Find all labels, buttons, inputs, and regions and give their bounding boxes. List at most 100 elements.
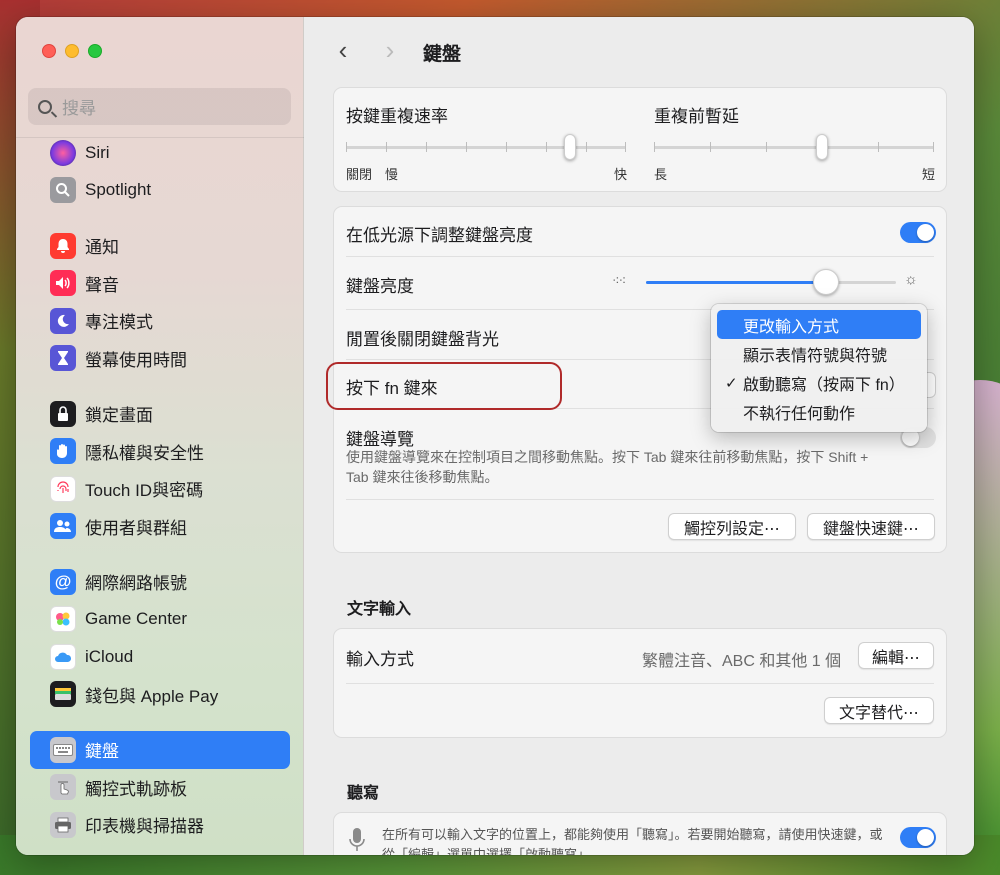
at-icon: @ bbox=[50, 568, 76, 595]
sidebar-item-label: 通知 bbox=[85, 238, 119, 258]
keyboard-icon bbox=[50, 736, 76, 763]
keyboard-brightness-slider[interactable] bbox=[646, 269, 896, 297]
idle-backlight-label: 閒置後關閉鍵盤背光 bbox=[346, 330, 499, 349]
key-repeat-rate-slider[interactable] bbox=[346, 134, 626, 164]
auto-brightness-toggle[interactable] bbox=[900, 222, 936, 243]
content-pane: ‹ › 鍵盤 按鍵重複速率 重複前暫延 關閉 慢 快 長 短 在低光源下調整鍵盤… bbox=[305, 17, 974, 855]
sidebar-item-label: 專注模式 bbox=[85, 313, 153, 333]
sidebar-item-label: 鎖定畫面 bbox=[85, 406, 153, 426]
sidebar-item-label: 鍵盤 bbox=[85, 742, 119, 762]
sidebar-item-label: 印表機與掃描器 bbox=[85, 817, 204, 837]
sidebar-item-label: Siri bbox=[85, 142, 110, 162]
search-field[interactable]: 搜尋 bbox=[28, 88, 291, 125]
rate-fast-label: 快 bbox=[614, 167, 628, 182]
back-button[interactable]: ‹ bbox=[333, 35, 353, 66]
key-repeat-rate-knob[interactable] bbox=[564, 134, 576, 160]
sidebar-item-focus[interactable]: 專注模式 bbox=[30, 302, 290, 340]
spotlight-icon bbox=[50, 177, 76, 204]
sidebar-item-printers[interactable]: 印表機與掃描器 bbox=[30, 806, 290, 844]
sidebar-item-label: Spotlight bbox=[85, 180, 152, 200]
brightness-low-icon: ⁖⁖ bbox=[612, 273, 626, 288]
siri-icon bbox=[50, 139, 76, 166]
menu-item-do-nothing[interactable]: 不執行任何動作 bbox=[717, 397, 921, 426]
sidebar-item-users[interactable]: 使用者與群組 bbox=[30, 508, 290, 546]
delay-until-repeat-label: 重複前暫延 bbox=[654, 107, 739, 126]
zoom-button[interactable] bbox=[88, 44, 102, 58]
delay-until-repeat-slider[interactable] bbox=[654, 134, 934, 164]
close-button[interactable] bbox=[42, 44, 56, 58]
fingerprint-icon bbox=[50, 475, 76, 502]
sidebar-item-screen-time[interactable]: 螢幕使用時間 bbox=[30, 340, 290, 378]
brightness-high-icon: ☼ bbox=[904, 271, 918, 288]
hand-icon bbox=[50, 438, 76, 465]
minimize-button[interactable] bbox=[65, 44, 79, 58]
sidebar-item-trackpad[interactable]: 觸控式軌跡板 bbox=[30, 769, 290, 807]
search-icon bbox=[38, 99, 52, 114]
cloud-icon bbox=[50, 643, 76, 670]
game-center-icon bbox=[50, 606, 76, 633]
sidebar-item-label: 錢包與 Apple Pay bbox=[85, 686, 219, 706]
touch-bar-settings-button[interactable]: 觸控列設定⋯ bbox=[668, 513, 796, 540]
rate-slow-label: 慢 bbox=[385, 167, 399, 182]
sidebar-item-label: Touch ID與密碼 bbox=[85, 481, 204, 501]
sidebar-item-privacy[interactable]: 隱私權與安全性 bbox=[30, 433, 290, 471]
sidebar-item-icloud[interactable]: iCloud bbox=[30, 638, 290, 676]
delay-long-label: 長 bbox=[654, 167, 668, 182]
dictation-card: 在所有可以輸入文字的位置上，都能夠使用「聽寫」。若要開始聽寫，請使用快速鍵，或從… bbox=[333, 812, 947, 855]
sidebar-item-keyboard[interactable]: 鍵盤 bbox=[30, 731, 290, 769]
fn-key-menu: 更改輸入方式 顯示表情符號與符號 ✓ 啟動聽寫（按兩下 fn） 不執行任何動作 bbox=[711, 304, 927, 432]
keyboard-brightness-knob[interactable] bbox=[813, 269, 839, 295]
sidebar-item-label: 聲音 bbox=[85, 275, 119, 295]
menu-item-start-dictation[interactable]: ✓ 啟動聽寫（按兩下 fn） bbox=[717, 368, 921, 397]
sidebar-item-label: iCloud bbox=[85, 646, 134, 666]
microphone-icon bbox=[348, 827, 366, 855]
menu-item-show-emoji[interactable]: 顯示表情符號與符號 bbox=[717, 339, 921, 368]
sidebar-item-notifications[interactable]: 通知 bbox=[30, 227, 290, 265]
sidebar-item-game-center[interactable]: Game Center bbox=[30, 601, 290, 639]
text-input-section-title: 文字輸入 bbox=[347, 601, 412, 618]
keyboard-brightness-label: 鍵盤亮度 bbox=[346, 277, 414, 296]
sidebar-item-siri[interactable]: Siri bbox=[30, 134, 290, 172]
sidebar-item-sound[interactable]: 聲音 bbox=[30, 265, 290, 303]
bell-icon bbox=[50, 232, 76, 259]
input-sources-value: 繁體注音、ABC 和其他 1 個 bbox=[642, 653, 842, 670]
keyboard-shortcuts-button[interactable]: 鍵盤快速鍵⋯ bbox=[807, 513, 935, 540]
sidebar-item-label: Game Center bbox=[85, 609, 188, 629]
sidebar-item-label: 螢幕使用時間 bbox=[85, 350, 187, 370]
delay-short-label: 短 bbox=[922, 167, 936, 182]
page-title: 鍵盤 bbox=[423, 44, 462, 65]
keyboard-navigation-description: 使用鍵盤導覽來在控制項目之間移動焦點。按下 Tab 鍵來往前移動焦點，按下 Sh… bbox=[346, 449, 869, 485]
sidebar-item-internet-accounts[interactable]: @ 網際網路帳號 bbox=[30, 563, 290, 601]
input-sources-label: 輸入方式 bbox=[346, 650, 414, 669]
sidebar-item-label: 隱私權與安全性 bbox=[85, 443, 204, 463]
settings-window: 搜尋 Siri Spotlight 通知 聲音 專注模式 螢幕使用時間 鎖定畫面… bbox=[16, 17, 974, 855]
sidebar-item-spotlight[interactable]: Spotlight bbox=[30, 172, 290, 210]
rate-off-label: 關閉 bbox=[346, 167, 373, 182]
checkmark-icon: ✓ bbox=[725, 374, 738, 392]
hourglass-icon bbox=[50, 345, 76, 372]
dictation-description: 在所有可以輸入文字的位置上，都能夠使用「聽寫」。若要開始聽寫，請使用快速鍵，或從… bbox=[382, 827, 883, 855]
delay-until-repeat-knob[interactable] bbox=[816, 134, 828, 160]
sidebar-item-label: 網際網路帳號 bbox=[85, 574, 187, 594]
sidebar-item-lock-screen[interactable]: 鎖定畫面 bbox=[30, 395, 290, 433]
sidebar-item-wallet[interactable]: 錢包與 Apple Pay bbox=[30, 676, 290, 714]
search-input[interactable]: 搜尋 bbox=[62, 94, 96, 119]
window-controls bbox=[42, 44, 102, 58]
moon-icon bbox=[50, 307, 76, 334]
auto-brightness-label: 在低光源下調整鍵盤亮度 bbox=[346, 226, 533, 245]
text-input-card: 輸入方式 繁體注音、ABC 和其他 1 個 編輯⋯ 文字替代⋯ bbox=[333, 628, 947, 738]
dictation-toggle[interactable] bbox=[900, 827, 936, 848]
edit-input-sources-button[interactable]: 編輯⋯ bbox=[858, 642, 934, 669]
forward-button[interactable]: › bbox=[380, 35, 400, 66]
key-repeat-rate-label: 按鍵重複速率 bbox=[346, 107, 448, 126]
dictation-section-title: 聽寫 bbox=[347, 785, 380, 802]
sidebar: 搜尋 Siri Spotlight 通知 聲音 專注模式 螢幕使用時間 鎖定畫面… bbox=[16, 17, 304, 855]
users-icon bbox=[50, 513, 76, 540]
key-repeat-card: 按鍵重複速率 重複前暫延 關閉 慢 快 長 短 bbox=[333, 87, 947, 192]
menu-item-change-input-source[interactable]: 更改輸入方式 bbox=[717, 310, 921, 339]
text-replacements-button[interactable]: 文字替代⋯ bbox=[824, 697, 934, 724]
lock-icon bbox=[50, 400, 76, 427]
sidebar-list: Siri Spotlight 通知 聲音 專注模式 螢幕使用時間 鎖定畫面 隱私… bbox=[16, 134, 304, 844]
sidebar-item-touch-id[interactable]: Touch ID與密碼 bbox=[30, 470, 290, 508]
printer-icon bbox=[50, 811, 76, 838]
